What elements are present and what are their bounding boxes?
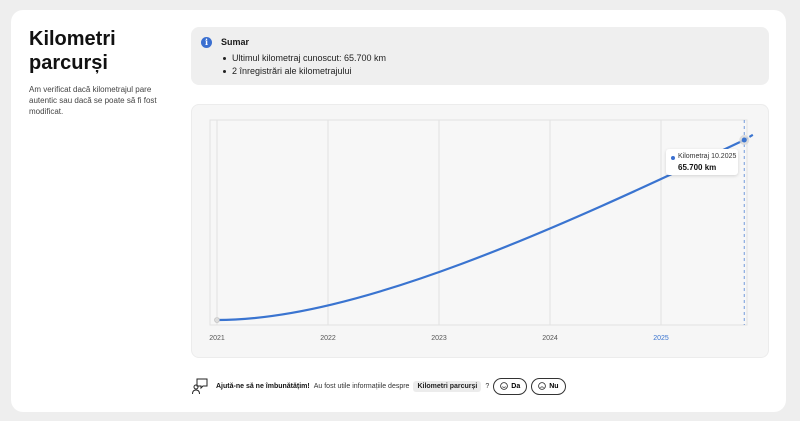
mileage-card: Kilometri parcurși Am verificat dacă kil… [11,10,786,412]
tooltip-label: Kilometraj 10.2025 [678,153,737,160]
title-line-2: parcurși [29,52,108,74]
smile-icon [500,382,509,390]
feedback-yes-label: Da [511,382,521,390]
data-point-2021 [214,317,220,323]
feedback-no-button[interactable]: Nu [531,377,566,395]
chat-feedback-icon [192,378,208,395]
mileage-chart: 2021 2022 2023 2024 2025 Kilometraj 10.2025 … [191,104,769,358]
feedback-no-label: Nu [549,382,559,390]
summary-box: i Sumar Ultimul kilometraj cunoscut: 65.… [191,27,769,85]
tooltip-value: 65.700 km [678,163,717,172]
summary-list: Ultimul kilometraj cunoscut: 65.700 km 2… [223,52,386,78]
title-line-1: Kilometri [29,28,116,50]
summary-item-record-count: 2 înregistrări ale kilometrajului [223,65,386,78]
section-header: Kilometri parcurși Am verificat dacă kil… [29,27,179,117]
chart-tooltip: Kilometraj 10.2025 65.700 km [666,149,738,175]
feedback-bar: Ajută-ne să ne îmbunătățim! Au fost util… [191,376,691,396]
feedback-question: Au fost utile informațiile despre [313,382,410,390]
feedback-question-mark: ? [485,382,490,390]
info-icon: i [201,37,212,48]
page-title: Kilometri parcurși [29,27,179,75]
data-point-2025 [741,137,747,143]
tooltip-series-dot [671,156,675,160]
chart-svg: 2021 2022 2023 2024 2025 [209,119,755,342]
feedback-prompt: Ajută-ne să ne îmbunătățim! [216,382,310,390]
feedback-topic-chip: Kilometri parcurși [413,380,482,392]
x-tick-label-2022: 2022 [320,335,336,342]
x-tick-label-2024: 2024 [542,335,558,342]
feedback-yes-button[interactable]: Da [493,377,528,395]
x-tick-label-2025: 2025 [653,335,669,342]
summary-title: Sumar [221,37,250,47]
x-tick-label-2023: 2023 [431,335,447,342]
summary-item-last-mileage: Ultimul kilometraj cunoscut: 65.700 km [223,52,386,65]
frown-icon [538,382,547,390]
section-description: Am verificat dacă kilometrajul pare aute… [29,85,157,116]
x-tick-label-2021: 2021 [209,335,225,342]
